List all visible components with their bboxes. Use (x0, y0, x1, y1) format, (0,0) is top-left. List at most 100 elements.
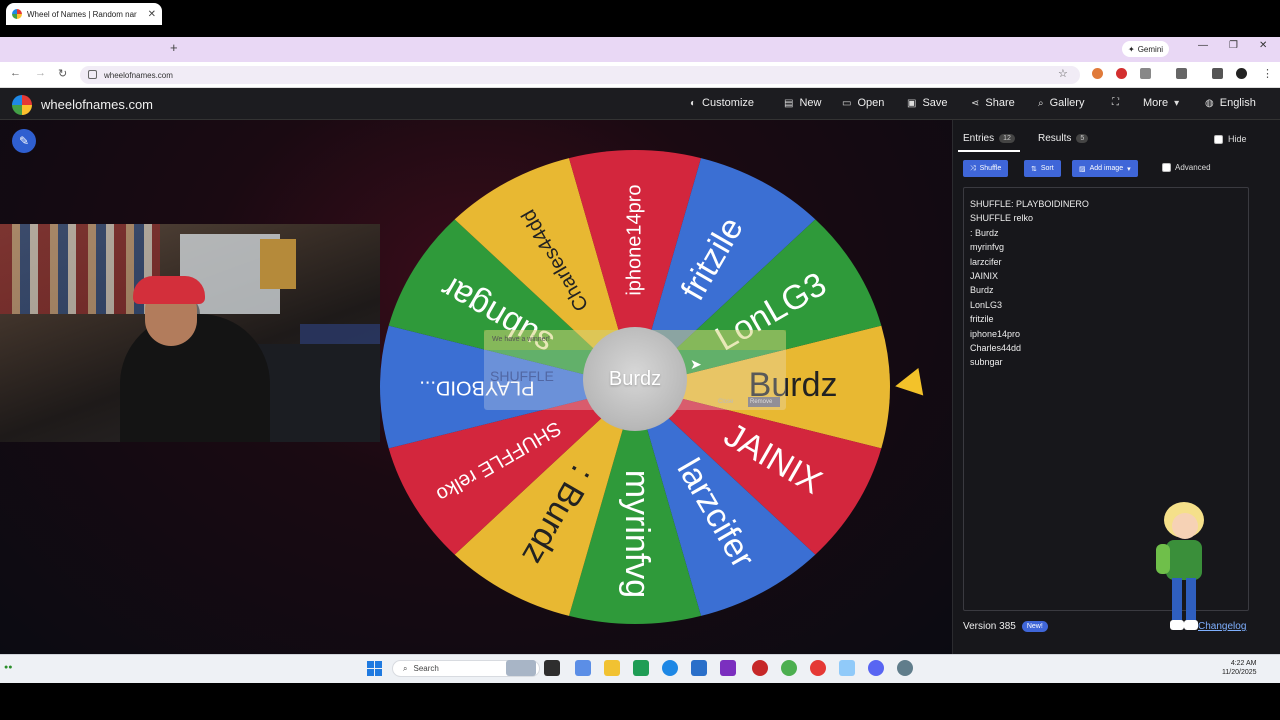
add-image-label: Add image (1089, 165, 1124, 172)
winner-name: SHUFFLE (490, 368, 554, 384)
letterbox-bottom (0, 683, 1280, 720)
reload-icon[interactable]: ↻ (58, 67, 67, 80)
cast-icon[interactable] (1176, 68, 1187, 79)
share-icon: ⋖ (971, 97, 980, 109)
chrome-icon[interactable] (781, 660, 797, 676)
new-tab-icon[interactable]: + (170, 40, 178, 55)
webcam-overlay (0, 224, 380, 442)
share-button[interactable]: ⋖ Share (971, 97, 1015, 109)
search-icon: ⌕ (403, 663, 408, 673)
menu-label: Open (857, 97, 885, 109)
browser-tab[interactable]: Wheel of Names | Random nar ✕ (6, 3, 162, 25)
sparkle-icon: ✦ (1128, 44, 1135, 54)
back-icon[interactable]: ← (10, 67, 21, 79)
app-header (0, 88, 1280, 120)
advanced-toggle[interactable]: Advanced (1162, 163, 1211, 172)
sort-label: Sort (1040, 165, 1054, 172)
windows-start-icon[interactable] (367, 661, 382, 676)
search-placeholder: Search (413, 664, 439, 673)
gallery-button[interactable]: ⌕ Gallery (1038, 97, 1084, 109)
bookmark-star-icon[interactable]: ☆ (1058, 67, 1068, 80)
gemini-label: Gemini (1137, 44, 1164, 54)
list-item: Burdz (970, 285, 994, 296)
profile-avatar[interactable] (1236, 68, 1247, 79)
list-item: LonLG3 (970, 299, 1003, 310)
store-icon[interactable] (691, 660, 707, 676)
shuffle-button[interactable]: ⤨ Shuffle (963, 160, 1009, 177)
close-button[interactable]: Close (718, 399, 733, 405)
forward-icon[interactable]: → (35, 67, 46, 79)
add-image-button[interactable]: ▨ Add image ▾ (1072, 160, 1138, 177)
palette-icon: ◐ (690, 97, 697, 109)
restore-icon[interactable]: ❐ (1229, 40, 1238, 51)
menu-label: Share (985, 97, 1015, 109)
url-field[interactable]: wheelofnames.com (80, 66, 1080, 84)
globe-icon: ◍ (1205, 97, 1214, 109)
file-explorer-icon[interactable] (604, 660, 620, 676)
shuffle-icon: ⤨ (970, 164, 976, 172)
tab-results[interactable]: Results 5 (1038, 133, 1089, 144)
wheel-center-label[interactable]: Burdz (583, 327, 687, 431)
close-window-icon[interactable]: ✕ (1259, 40, 1267, 51)
stream-overlay-text: ●● (4, 664, 13, 671)
discord-icon[interactable] (868, 660, 884, 676)
sort-icon: ⇅ (1031, 165, 1037, 173)
wheel-favicon-icon (12, 9, 22, 19)
app-icon[interactable] (752, 660, 768, 676)
webcam-person (120, 314, 270, 442)
settings-gear-icon[interactable] (897, 660, 913, 676)
changelog-link[interactable]: Changelog (1198, 621, 1246, 632)
edit-pencil-button[interactable]: ✎ (12, 129, 36, 153)
remove-button[interactable]: Remove (748, 397, 780, 407)
fullscreen-icon: ⛶ (1112, 97, 1119, 108)
widget-icon[interactable] (506, 660, 536, 676)
app-icon[interactable] (720, 660, 736, 676)
app-icon[interactable] (633, 660, 649, 676)
tab-entries[interactable]: Entries 12 (963, 133, 1015, 144)
open-button[interactable]: ▭ Open (842, 97, 884, 109)
menu-label: New (799, 97, 822, 109)
list-item: : Burdz (970, 227, 999, 238)
chrome-icon[interactable] (810, 660, 826, 676)
wheel-pointer-icon (892, 367, 924, 401)
more-button[interactable]: More ▾ (1143, 97, 1179, 109)
extension-icon[interactable] (1092, 68, 1103, 79)
close-tab-icon[interactable]: ✕ (148, 9, 156, 20)
advanced-label: Advanced (1175, 163, 1211, 172)
version-label: Version 385 (963, 621, 1016, 632)
copilot-icon[interactable] (575, 660, 591, 676)
active-tab-indicator (958, 150, 1020, 152)
customize-button[interactable]: ◐ Customize (690, 97, 754, 109)
sort-button[interactable]: ⇅ Sort (1024, 160, 1061, 177)
tab-label: Entries (963, 133, 995, 144)
list-item: subngar (970, 357, 1003, 368)
clock-date: 11/20/2025 (1222, 669, 1257, 676)
advanced-checkbox[interactable] (1162, 163, 1171, 172)
browser-menu-icon[interactable]: ⋮ (1262, 67, 1273, 80)
hide-toggle[interactable]: Hide (1214, 134, 1247, 144)
hide-checkbox[interactable] (1214, 134, 1223, 144)
list-item: JAINIX (970, 271, 999, 282)
site-info-icon[interactable] (88, 70, 97, 79)
list-item: SHUFFLE: PLAYBOIDINERO (970, 199, 1089, 209)
taskbar-clock[interactable]: 4:22 AM 11/20/2025 (1222, 659, 1257, 677)
task-view-icon[interactable] (544, 660, 560, 676)
extensions-puzzle-icon[interactable] (1140, 68, 1151, 79)
language-button[interactable]: ◍ English (1205, 97, 1256, 109)
app-icon[interactable] (839, 660, 855, 676)
gemini-button[interactable]: ✦ Gemini (1122, 41, 1170, 57)
save-button[interactable]: ▣ Save (907, 97, 948, 109)
extension-icon[interactable] (1116, 68, 1127, 79)
tab-title: Wheel of Names | Random nar (27, 9, 137, 19)
list-item: fritzile (970, 314, 994, 325)
shuffle-label: Shuffle (979, 165, 1002, 172)
brand-name[interactable]: wheelofnames.com (41, 97, 153, 112)
minimize-icon[interactable]: — (1198, 40, 1208, 51)
new-button[interactable]: ▤ New (784, 97, 821, 109)
edge-icon[interactable] (662, 660, 678, 676)
new-badge: New! (1021, 621, 1048, 632)
download-icon[interactable] (1212, 68, 1223, 79)
list-item: larzcifer (970, 256, 1002, 267)
fullscreen-button[interactable]: ⛶ (1112, 97, 1119, 108)
chevron-down-icon: ▾ (1174, 97, 1180, 109)
